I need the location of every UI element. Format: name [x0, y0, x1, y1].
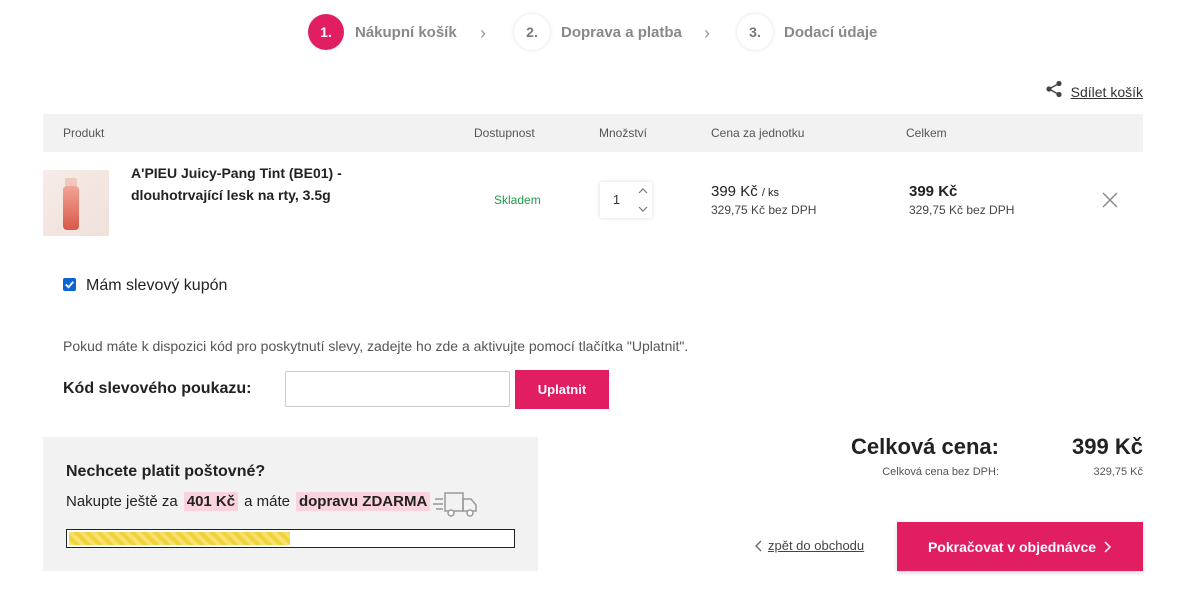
coupon-info-text: Pokud máte k dispozici kód pro poskytnut… [63, 338, 689, 354]
chevron-up-icon [638, 188, 648, 194]
delivery-truck-icon [433, 489, 479, 519]
back-to-shop-label[interactable]: zpět do obchodu [768, 538, 864, 553]
step-label: Doprava a platba [561, 23, 682, 41]
step-delivery[interactable]: 3. Dodací údaje [737, 14, 877, 50]
free-shipping-progress-bar [66, 529, 515, 548]
step-label: Nákupní košík [355, 23, 457, 41]
chevron-down-icon [638, 206, 648, 212]
share-icon [1045, 80, 1063, 103]
chevron-left-icon [755, 540, 762, 551]
unit-price: 399 Kč / ks [711, 183, 779, 200]
apply-coupon-button[interactable]: Uplatnit [515, 370, 609, 409]
unit-price-value: 399 Kč [711, 183, 758, 200]
coupon-code-input[interactable] [285, 371, 510, 407]
close-icon [1102, 192, 1118, 208]
remaining-amount: 401 Kč [183, 492, 239, 511]
coupon-code-label: Kód slevového poukazu: [63, 380, 252, 397]
continue-order-label: Pokračovat v objednávce [927, 538, 1097, 555]
continue-order-button[interactable]: Pokračovat v objednávce [897, 522, 1143, 571]
column-header-quantity: Množství [599, 126, 648, 140]
column-header-product: Produkt [63, 126, 105, 140]
step-number: 3. [737, 14, 773, 50]
progress-fill [69, 532, 290, 545]
product-image[interactable] [43, 170, 109, 236]
check-icon [65, 281, 74, 289]
chevron-right-icon: › [704, 23, 710, 43]
total-price-label: Celková cena: [851, 434, 999, 459]
chevron-right-icon [1104, 540, 1112, 553]
free-shipping-highlight: dopravu ZDARMA [295, 492, 431, 511]
step-number: 1. [308, 14, 344, 50]
share-cart-link[interactable]: Sdílet košík [1071, 84, 1143, 100]
step-cart[interactable]: 1. Nákupní košík [308, 14, 457, 50]
share-cart[interactable]: Sdílet košík [1045, 80, 1143, 103]
column-header-unit-price: Cena za jednotku [711, 126, 805, 140]
free-shipping-box: Nechcete platit poštovné? Nakupte ještě … [43, 437, 538, 571]
column-header-total: Celkem [906, 126, 947, 140]
free-shipping-title: Nechcete platit poštovné? [66, 463, 266, 480]
availability-status: Skladem [494, 193, 541, 207]
product-name[interactable]: A'PIEU Juicy-Pang Tint (BE01) - dlouhotr… [131, 162, 351, 206]
column-header-availability: Dostupnost [474, 126, 535, 140]
row-total-price: 399 Kč [909, 183, 958, 200]
free-shipping-text: Nakupte ještě za 401 Kč a máte dopravu Z… [66, 492, 431, 511]
total-without-vat-value: 329,75 Kč [1093, 466, 1143, 478]
coupon-checkbox-label[interactable]: Mám slevový kupón [86, 277, 227, 295]
free-shipping-text-before: Nakupte ještě za [66, 493, 178, 510]
back-to-shop-link[interactable]: zpět do obchodu [754, 538, 864, 553]
free-shipping-text-middle: a máte [244, 493, 290, 510]
step-shipping[interactable]: 2. Doprava a platba [514, 14, 682, 50]
step-label: Dodací údaje [784, 23, 878, 41]
quantity-value[interactable]: 1 [600, 182, 633, 218]
cart-table-header: Produkt Dostupnost Množství Cena za jedn… [43, 114, 1143, 152]
quantity-stepper[interactable]: 1 [600, 182, 652, 218]
chevron-right-icon: › [480, 23, 486, 43]
coupon-checkbox[interactable] [63, 278, 76, 291]
total-price-value: 399 Kč [1072, 434, 1143, 459]
step-number: 2. [514, 14, 550, 50]
remove-item-button[interactable] [1100, 190, 1120, 210]
unit-suffix: / ks [761, 187, 779, 199]
total-without-vat-label: Celková cena bez DPH: [882, 466, 999, 478]
checkout-steps: 1. Nákupní košík › 2. Doprava a platba ›… [0, 14, 1193, 50]
unit-price-without-vat: 329,75 Kč bez DPH [711, 203, 817, 217]
row-total-without-vat: 329,75 Kč bez DPH [909, 203, 1015, 217]
quantity-increase-button[interactable] [634, 182, 652, 200]
quantity-decrease-button[interactable] [634, 200, 652, 218]
